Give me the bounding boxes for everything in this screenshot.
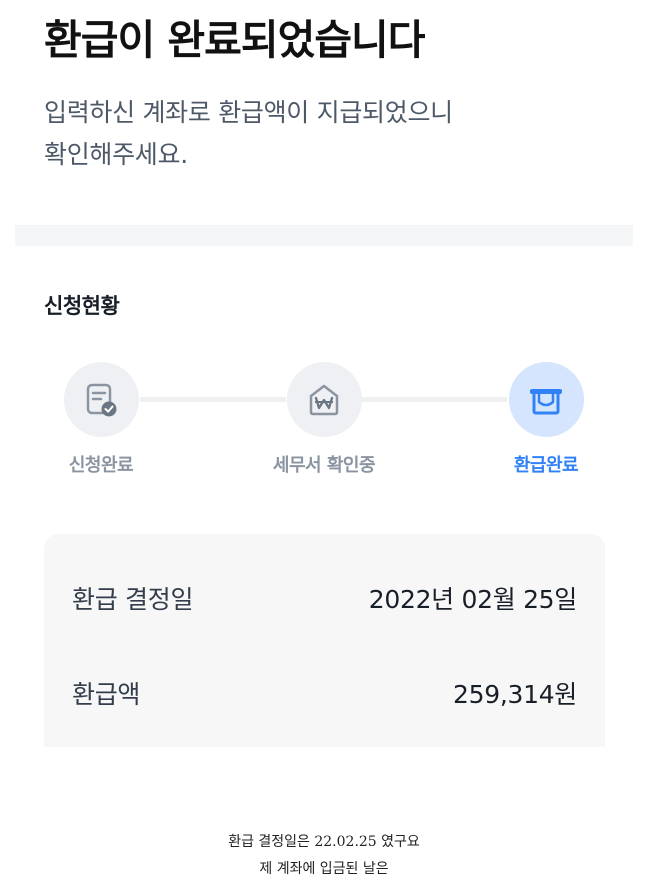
step-application-complete: 신청완료 bbox=[21, 362, 181, 477]
caption-line-2: 제 계좌에 입금된 날은 bbox=[259, 861, 389, 877]
step-label: 신청완료 bbox=[68, 455, 134, 476]
step-circle bbox=[63, 362, 139, 437]
refund-date-value: 2022년 02월 25일 bbox=[368, 585, 578, 614]
refund-date-label: 환급 결정일 bbox=[72, 585, 194, 614]
step-label: 환급완료 bbox=[513, 455, 579, 476]
section-divider bbox=[15, 225, 633, 246]
document-check-icon bbox=[86, 383, 117, 416]
cash-tray-icon bbox=[530, 388, 562, 414]
refund-amount-label: 환급액 bbox=[72, 680, 141, 709]
step-refund-complete: 환급완료 bbox=[466, 362, 626, 477]
subtitle: 입력하신 계좌로 환급액이 지급되었으니 확인해주세요. bbox=[44, 92, 604, 176]
step-circle bbox=[508, 362, 584, 437]
step-tax-office-review: 세무서 확인중 bbox=[244, 362, 404, 477]
refund-info-card: 환급 결정일 2022년 02월 25일 환급액 259,314원 bbox=[44, 534, 605, 747]
refund-amount-row: 환급액 259,314원 bbox=[72, 675, 577, 711]
refund-amount-value: 259,314원 bbox=[453, 680, 577, 709]
status-section-title: 신청현황 bbox=[44, 294, 120, 318]
refund-date-row: 환급 결정일 2022년 02월 25일 bbox=[72, 580, 577, 616]
page-title: 환급이 완료되었습니다 bbox=[44, 16, 425, 64]
subtitle-line-1: 입력하신 계좌로 환급액이 지급되었으니 bbox=[44, 98, 453, 127]
step-label: 세무서 확인중 bbox=[272, 455, 376, 476]
step-circle bbox=[286, 362, 362, 437]
subtitle-line-2: 확인해주세요. bbox=[44, 140, 188, 169]
caption-line-1: 환급 결정일은 22.02.25 였구요 bbox=[228, 834, 420, 850]
won-envelope-icon bbox=[309, 384, 339, 415]
